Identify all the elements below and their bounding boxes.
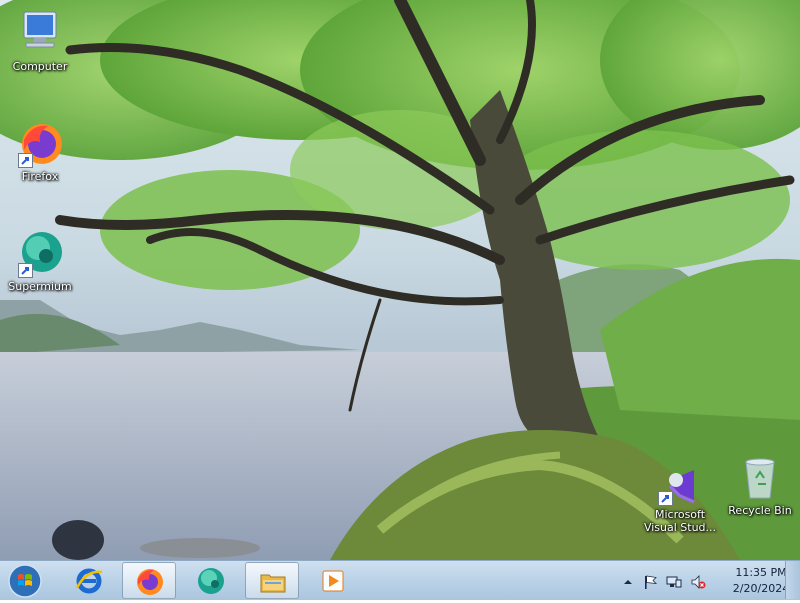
- computer-icon: [16, 10, 64, 58]
- desktop-icon-computer[interactable]: Computer: [2, 10, 78, 73]
- supermium-icon: [16, 230, 64, 278]
- show-desktop-button[interactable]: [785, 561, 800, 599]
- desktop-icon-firefox[interactable]: Firefox: [2, 120, 78, 183]
- desktop-icon-recycle-bin[interactable]: Recycle Bin: [722, 454, 798, 517]
- taskbar-button-media-player[interactable]: [306, 562, 360, 599]
- desktop-icon-visual-studio[interactable]: Microsoft Visual Stud...: [642, 466, 718, 534]
- volume-muted-icon[interactable]: [690, 574, 706, 590]
- desktop-icon-label: Firefox: [21, 170, 59, 183]
- show-hidden-icons-icon[interactable]: [620, 574, 636, 590]
- desktop-icon-supermium[interactable]: Supermium: [2, 230, 78, 293]
- action-center-flag-icon[interactable]: [642, 574, 658, 590]
- system-tray: 11:35 PM 2/20/2024: [616, 561, 800, 601]
- desktop-icon-label: Recycle Bin: [728, 504, 792, 517]
- shortcut-arrow-icon: [18, 263, 33, 278]
- taskbar-button-internet-explorer[interactable]: [62, 562, 116, 599]
- taskbar-button-firefox[interactable]: [122, 562, 176, 599]
- start-button[interactable]: [6, 563, 44, 599]
- desktop-icon-label: Computer: [12, 60, 68, 73]
- network-icon[interactable]: [666, 574, 682, 590]
- taskbar-button-supermium[interactable]: [184, 562, 238, 599]
- desktop-icon-label: Supermium: [8, 280, 72, 293]
- firefox-icon: [16, 120, 64, 168]
- firefox-icon: [135, 567, 165, 597]
- taskbar: 11:35 PM 2/20/2024: [0, 560, 800, 600]
- taskbar-button-file-explorer[interactable]: [245, 562, 299, 599]
- file-explorer-icon: [258, 567, 288, 597]
- recycle-bin-icon: [736, 454, 784, 502]
- supermium-icon: [196, 566, 226, 596]
- internet-explorer-icon: [74, 566, 104, 596]
- media-player-icon: [318, 566, 348, 596]
- windows-logo-icon: [8, 564, 42, 598]
- visual-studio-icon: [656, 466, 704, 514]
- shortcut-arrow-icon: [658, 491, 673, 506]
- shortcut-arrow-icon: [18, 153, 33, 168]
